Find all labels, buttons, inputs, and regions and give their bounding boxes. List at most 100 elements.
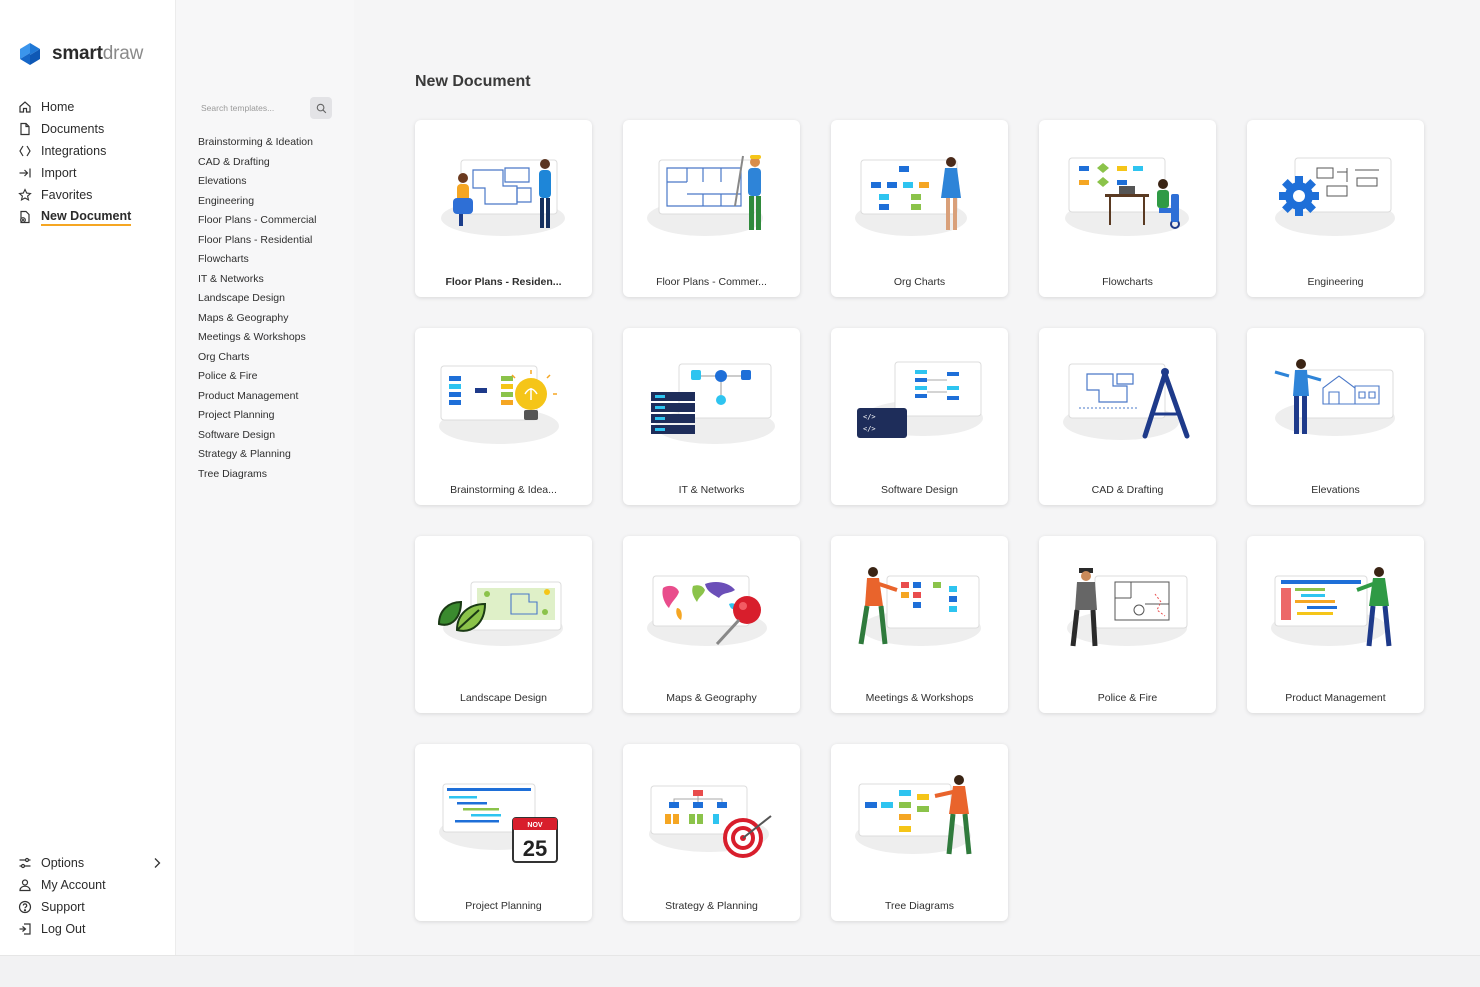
category-item[interactable]: Landscape Design bbox=[198, 290, 316, 310]
template-card-tree-diagrams[interactable]: Tree Diagrams bbox=[831, 744, 1008, 921]
template-card-label: Elevations bbox=[1311, 484, 1360, 496]
template-grid: Floor Plans - Residen... Floor Plans - C… bbox=[415, 120, 1424, 921]
strategy-illustration-icon bbox=[649, 785, 772, 858]
template-card-police-fire[interactable]: Police & Fire bbox=[1039, 536, 1216, 713]
category-item[interactable]: Project Planning bbox=[198, 407, 316, 427]
product-management-illustration-icon bbox=[1271, 567, 1392, 647]
commercial-plan-illustration-icon bbox=[647, 155, 763, 236]
calendar-day: 25 bbox=[523, 836, 547, 861]
category-item[interactable]: Brainstorming & Ideation bbox=[198, 134, 316, 154]
home-icon bbox=[19, 101, 31, 113]
template-card-label: Brainstorming & Idea... bbox=[450, 484, 557, 496]
category-item[interactable]: CAD & Drafting bbox=[198, 154, 316, 174]
category-list: Brainstorming & Ideation CAD & Drafting … bbox=[198, 134, 316, 485]
nav-log-out[interactable]: Log Out bbox=[18, 918, 164, 940]
template-search bbox=[198, 97, 332, 119]
sliders-icon bbox=[19, 857, 31, 869]
tree-diagram-illustration-icon bbox=[855, 775, 972, 855]
template-card-label: Flowcharts bbox=[1102, 276, 1153, 288]
nav-support[interactable]: Support bbox=[18, 896, 164, 918]
category-item[interactable]: Engineering bbox=[198, 193, 316, 213]
nav-home[interactable]: Home bbox=[18, 96, 131, 118]
network-illustration-icon bbox=[651, 363, 775, 444]
search-button[interactable] bbox=[310, 97, 332, 119]
nav-options[interactable]: Options bbox=[18, 852, 164, 874]
template-card-elevations[interactable]: Elevations bbox=[1247, 328, 1424, 505]
app-window: smartdraw Home Documents Integrations Im… bbox=[0, 0, 1480, 955]
template-card-label: IT & Networks bbox=[678, 484, 745, 496]
main-nav: Home Documents Integrations Import Favor… bbox=[18, 96, 132, 228]
template-card-label: Floor Plans - Commer... bbox=[656, 276, 767, 288]
template-card-floor-plans-residential[interactable]: Floor Plans - Residen... bbox=[415, 120, 592, 297]
template-card-landscape-design[interactable]: Landscape Design bbox=[415, 536, 592, 713]
category-item[interactable]: Software Design bbox=[198, 427, 316, 447]
category-panel: Brainstorming & Ideation CAD & Drafting … bbox=[176, 0, 354, 955]
nav-documents[interactable]: Documents bbox=[18, 118, 131, 140]
floor-plan-illustration-icon bbox=[441, 159, 565, 236]
template-card-maps-geography[interactable]: Maps & Geography bbox=[623, 536, 800, 713]
template-card-software-design[interactable]: </> </> Software Design bbox=[831, 328, 1008, 505]
svg-text:</>: </> bbox=[863, 425, 876, 433]
svg-text:</>: </> bbox=[863, 413, 876, 421]
nav-favorites[interactable]: Favorites bbox=[18, 184, 131, 206]
star-icon bbox=[18, 188, 32, 201]
nav-label: Integrations bbox=[41, 144, 107, 158]
template-card-org-charts[interactable]: Org Charts bbox=[831, 120, 1008, 297]
brand-logo[interactable]: smartdraw bbox=[18, 42, 143, 66]
category-item[interactable]: Org Charts bbox=[198, 349, 316, 369]
template-card-floor-plans-commercial[interactable]: Floor Plans - Commer... bbox=[623, 120, 800, 297]
cad-drafting-illustration-icon bbox=[1063, 363, 1190, 440]
software-design-illustration-icon: </> </> bbox=[857, 361, 983, 438]
template-card-label: CAD & Drafting bbox=[1091, 484, 1164, 496]
meeting-illustration-icon bbox=[858, 567, 981, 646]
nav-new-document[interactable]: New Document bbox=[18, 206, 132, 228]
template-card-label: Floor Plans - Residen... bbox=[445, 276, 562, 288]
template-card-label: Project Planning bbox=[465, 900, 542, 912]
template-card-flowcharts[interactable]: Flowcharts bbox=[1039, 120, 1216, 297]
category-item[interactable]: Elevations bbox=[198, 173, 316, 193]
main-content: New Document Floor Plans - Residen... Fl… bbox=[354, 0, 1480, 955]
smartdraw-logo-icon bbox=[20, 43, 40, 65]
page-title: New Document bbox=[415, 73, 531, 90]
category-item[interactable]: Floor Plans - Commercial bbox=[198, 212, 316, 232]
template-card-brainstorming[interactable]: Brainstorming & Idea... bbox=[415, 328, 592, 505]
import-icon bbox=[19, 168, 31, 178]
nav-integrations[interactable]: Integrations bbox=[18, 140, 131, 162]
left-nav: smartdraw Home Documents Integrations Im… bbox=[0, 0, 176, 955]
template-card-label: Maps & Geography bbox=[666, 692, 757, 704]
category-item[interactable]: Product Management bbox=[198, 388, 316, 408]
integrations-icon bbox=[19, 145, 31, 157]
nav-import[interactable]: Import bbox=[18, 162, 131, 184]
project-planning-illustration-icon: NOV 25 bbox=[439, 783, 558, 863]
category-item[interactable]: Police & Fire bbox=[198, 368, 316, 388]
flowchart-illustration-icon bbox=[1065, 157, 1189, 236]
template-card-label: Tree Diagrams bbox=[884, 900, 955, 912]
template-card-label: Meetings & Workshops bbox=[865, 692, 974, 704]
category-item[interactable]: IT & Networks bbox=[198, 271, 316, 291]
template-card-label: Strategy & Planning bbox=[665, 900, 758, 912]
template-card-product-management[interactable]: Product Management bbox=[1247, 536, 1424, 713]
search-input[interactable] bbox=[198, 97, 308, 119]
nav-label: Documents bbox=[41, 122, 105, 136]
category-item[interactable]: Strategy & Planning bbox=[198, 446, 316, 466]
category-item[interactable]: Meetings & Workshops bbox=[198, 329, 316, 349]
brand-name: smartdraw bbox=[52, 43, 144, 64]
category-item[interactable]: Tree Diagrams bbox=[198, 466, 316, 486]
template-card-it-networks[interactable]: IT & Networks bbox=[623, 328, 800, 505]
category-item[interactable]: Floor Plans - Residential bbox=[198, 232, 316, 252]
template-card-strategy-planning[interactable]: Strategy & Planning bbox=[623, 744, 800, 921]
window-bottom-strip bbox=[0, 955, 1480, 987]
nav-my-account[interactable]: My Account bbox=[18, 874, 164, 896]
elevation-illustration-icon bbox=[1274, 359, 1395, 436]
template-card-project-planning[interactable]: NOV 25 Project Planning bbox=[415, 744, 592, 921]
template-card-meetings-workshops[interactable]: Meetings & Workshops bbox=[831, 536, 1008, 713]
nav-label: Favorites bbox=[41, 188, 93, 202]
template-card-engineering[interactable]: Engineering bbox=[1247, 120, 1424, 297]
template-card-label: Police & Fire bbox=[1097, 692, 1158, 704]
category-item[interactable]: Flowcharts bbox=[198, 251, 316, 271]
org-chart-illustration-icon bbox=[855, 157, 967, 236]
nav-label: My Account bbox=[41, 878, 106, 892]
logout-icon bbox=[19, 923, 31, 935]
category-item[interactable]: Maps & Geography bbox=[198, 310, 316, 330]
template-card-cad-drafting[interactable]: CAD & Drafting bbox=[1039, 328, 1216, 505]
